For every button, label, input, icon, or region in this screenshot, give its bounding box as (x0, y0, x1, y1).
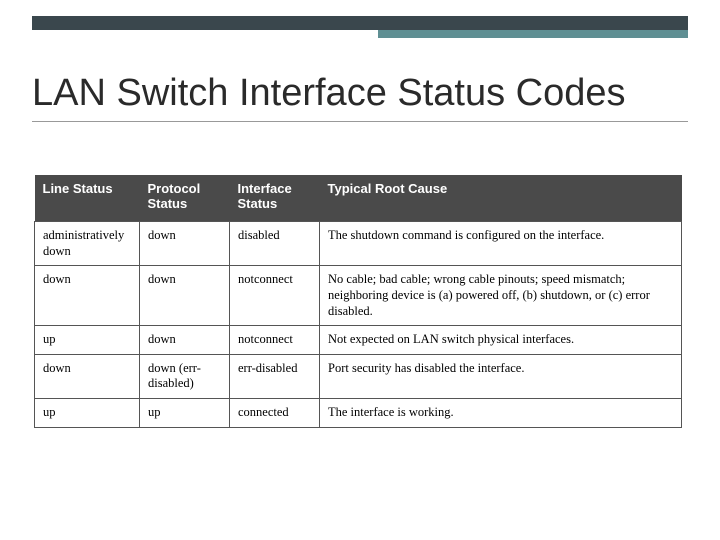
table-row: down down (err-disabled) err-disabled Po… (35, 354, 682, 398)
cell-protocol-status: down (140, 326, 230, 355)
cell-interface-status: err-disabled (230, 354, 320, 398)
table-row: down down notconnect No cable; bad cable… (35, 266, 682, 326)
decorative-top-bar (32, 16, 688, 38)
cell-root-cause: Port security has disabled the interface… (320, 354, 682, 398)
top-bar-dark (32, 16, 688, 30)
cell-line-status: down (35, 354, 140, 398)
cell-line-status: up (35, 399, 140, 428)
cell-root-cause: Not expected on LAN switch physical inte… (320, 326, 682, 355)
cell-root-cause: The shutdown command is configured on th… (320, 222, 682, 266)
cell-line-status: up (35, 326, 140, 355)
col-header-interface-status: Interface Status (230, 175, 320, 222)
status-codes-table: Line Status Protocol Status Interface St… (34, 175, 682, 428)
table-row: up down notconnect Not expected on LAN s… (35, 326, 682, 355)
cell-interface-status: notconnect (230, 266, 320, 326)
cell-line-status: administratively down (35, 222, 140, 266)
cell-interface-status: disabled (230, 222, 320, 266)
cell-interface-status: notconnect (230, 326, 320, 355)
col-header-protocol-status: Protocol Status (140, 175, 230, 222)
table-row: up up connected The interface is working… (35, 399, 682, 428)
cell-line-status: down (35, 266, 140, 326)
cell-protocol-status: down (140, 266, 230, 326)
cell-protocol-status: down (err-disabled) (140, 354, 230, 398)
cell-protocol-status: up (140, 399, 230, 428)
col-header-line-status: Line Status (35, 175, 140, 222)
cell-interface-status: connected (230, 399, 320, 428)
cell-protocol-status: down (140, 222, 230, 266)
page-title: LAN Switch Interface Status Codes (32, 72, 688, 122)
top-bar-teal (378, 30, 688, 38)
slide: LAN Switch Interface Status Codes Line S… (0, 0, 720, 540)
col-header-root-cause: Typical Root Cause (320, 175, 682, 222)
table-header-row: Line Status Protocol Status Interface St… (35, 175, 682, 222)
cell-root-cause: The interface is working. (320, 399, 682, 428)
status-table-wrap: Line Status Protocol Status Interface St… (34, 175, 682, 428)
cell-root-cause: No cable; bad cable; wrong cable pinouts… (320, 266, 682, 326)
table-body: administratively down down disabled The … (35, 222, 682, 428)
table-row: administratively down down disabled The … (35, 222, 682, 266)
